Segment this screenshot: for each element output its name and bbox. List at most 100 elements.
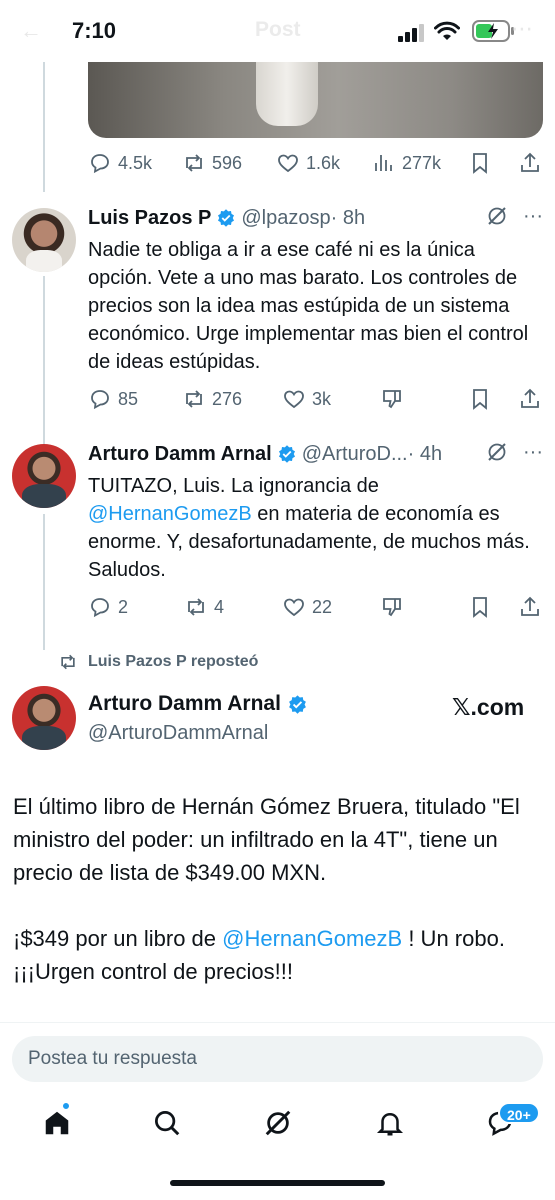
more-options-icon[interactable]: ··· <box>523 205 543 228</box>
tweet-text: El último libro de Hernán Gómez Bruera, … <box>13 790 543 988</box>
home-indicator <box>170 1180 385 1186</box>
repost-icon <box>61 654 75 670</box>
reply-tweet[interactable]: Arturo Damm Arnal @ArturoD... · 4h ··· T… <box>88 440 543 584</box>
author-handle[interactable]: @lpazosp <box>241 207 330 230</box>
thread-line <box>43 276 45 446</box>
repost-icon <box>186 390 202 408</box>
share-button[interactable] <box>518 387 542 411</box>
tab-home[interactable] <box>42 1108 72 1138</box>
like-button[interactable]: 22 <box>282 595 332 619</box>
bottom-tab-bar <box>0 1098 555 1152</box>
avatar[interactable] <box>12 686 76 750</box>
battery-charging-icon <box>472 20 514 42</box>
tab-search[interactable] <box>152 1108 182 1138</box>
tweet-actions: 4.5k 596 1.6k 277k <box>88 148 543 178</box>
home-notification-dot <box>62 1102 70 1110</box>
more-options-icon[interactable]: ··· <box>523 441 543 464</box>
reply-tweet[interactable]: Luis Pazos P @lpazosp · 8h ··· Nadie te … <box>88 204 543 376</box>
bookmark-button[interactable] <box>468 387 492 411</box>
bookmark-button[interactable] <box>468 151 492 175</box>
verified-badge-icon <box>278 445 295 463</box>
grok-icon[interactable] <box>485 204 509 228</box>
repost-icon <box>186 154 202 172</box>
verified-badge-icon <box>289 694 306 714</box>
author-name[interactable]: Luis Pazos P <box>88 207 211 230</box>
tab-notifications[interactable] <box>375 1108 405 1138</box>
repost-indicator[interactable]: Luis Pazos P reposteó <box>58 652 258 672</box>
cellular-signal-icon <box>398 24 424 42</box>
tweet-text: TUITAZO, Luis. La ignorancia de @HernanG… <box>88 472 543 584</box>
views-button[interactable]: 277k <box>372 151 441 175</box>
reply-button[interactable]: 4.5k <box>88 151 152 175</box>
x-com-logo: 𝕏.com <box>452 694 525 720</box>
search-icon <box>155 1111 180 1136</box>
like-count: 3k <box>312 388 332 409</box>
downvote-icon <box>383 390 401 409</box>
bookmark-button[interactable] <box>468 595 492 619</box>
repost-button[interactable]: 4 <box>184 595 224 619</box>
reply-button[interactable]: 85 <box>88 387 138 411</box>
mention-link[interactable]: @HernanGomezB <box>88 503 252 525</box>
tweet-header: Luis Pazos P @lpazosp · 8h ··· <box>88 204 543 232</box>
downvote-icon <box>383 598 401 617</box>
heart-icon <box>284 390 304 409</box>
repost-button[interactable]: 276 <box>182 387 242 411</box>
reply-icon <box>91 390 109 410</box>
like-count: 1.6k <box>306 152 341 173</box>
page-title: Post <box>255 18 301 41</box>
views-chart-icon <box>375 155 392 171</box>
tweet-header: Arturo Damm Arnal @ArturoD... · 4h ··· <box>88 440 543 468</box>
tab-grok[interactable] <box>263 1108 293 1138</box>
bookmark-icon <box>473 153 487 174</box>
back-arrow-icon[interactable]: ← <box>20 18 42 44</box>
author-name: Arturo Damm Arnal <box>88 692 281 715</box>
repost-count: 596 <box>212 152 243 173</box>
repost-count: 276 <box>212 388 243 409</box>
share-button[interactable] <box>518 151 542 175</box>
views-count: 277k <box>402 152 442 173</box>
dislike-button[interactable] <box>380 387 404 411</box>
like-button[interactable]: 1.6k <box>276 151 340 175</box>
tweet-text-part: ¡$349 por un libro de <box>13 926 223 951</box>
home-icon <box>45 1111 69 1135</box>
avatar[interactable] <box>12 208 76 272</box>
like-count: 22 <box>312 596 333 617</box>
avatar[interactable] <box>12 444 76 508</box>
reply-count: 85 <box>118 388 139 409</box>
like-button[interactable]: 3k <box>282 387 331 411</box>
bookmark-icon <box>473 597 487 618</box>
reply-count: 2 <box>118 596 129 617</box>
tweet-time: · 4h <box>407 442 443 465</box>
more-icon[interactable]: ⋯ <box>511 16 533 42</box>
author-handle[interactable]: @ArturoDammArnal <box>88 722 268 745</box>
author-name[interactable]: Arturo Damm Arnal <box>88 443 272 466</box>
tweet-time: · 8h <box>330 206 366 229</box>
share-button[interactable] <box>518 595 542 619</box>
author-name-row[interactable]: Arturo Damm Arnal <box>88 692 308 716</box>
tweet-actions: 2 4 22 <box>88 592 543 622</box>
thread-line <box>43 62 45 192</box>
reply-button[interactable]: 2 <box>88 595 128 619</box>
reply-count: 4.5k <box>118 152 153 173</box>
heart-icon <box>278 154 298 173</box>
reply-icon <box>91 598 109 618</box>
tweet-paragraph: ¡$349 por un libro de @HernanGomezB ! Un… <box>13 922 543 988</box>
share-icon <box>521 152 539 172</box>
status-bar: ← 7:10 Post ⋯ <box>0 0 555 62</box>
mention-link[interactable]: @HernanGomezB <box>222 926 402 951</box>
repost-button[interactable]: 596 <box>182 151 242 175</box>
share-icon <box>521 596 539 616</box>
status-time: 7:10 <box>72 18 117 43</box>
share-icon <box>521 388 539 408</box>
grok-icon[interactable] <box>485 440 509 464</box>
thread-line <box>43 514 45 650</box>
repost-icon <box>188 598 204 616</box>
reply-icon <box>91 154 109 174</box>
repost-label-text: Luis Pazos P reposteó <box>88 653 259 670</box>
reply-input[interactable]: Postea tu respuesta <box>12 1036 543 1082</box>
author-handle[interactable]: @ArturoD... <box>302 443 408 466</box>
dislike-button[interactable] <box>380 595 404 619</box>
tweet-actions: 85 276 3k <box>88 384 543 414</box>
repost-count: 4 <box>214 596 225 617</box>
tweet-text: Nadie te obliga a ir a ese café ni es la… <box>88 239 529 373</box>
